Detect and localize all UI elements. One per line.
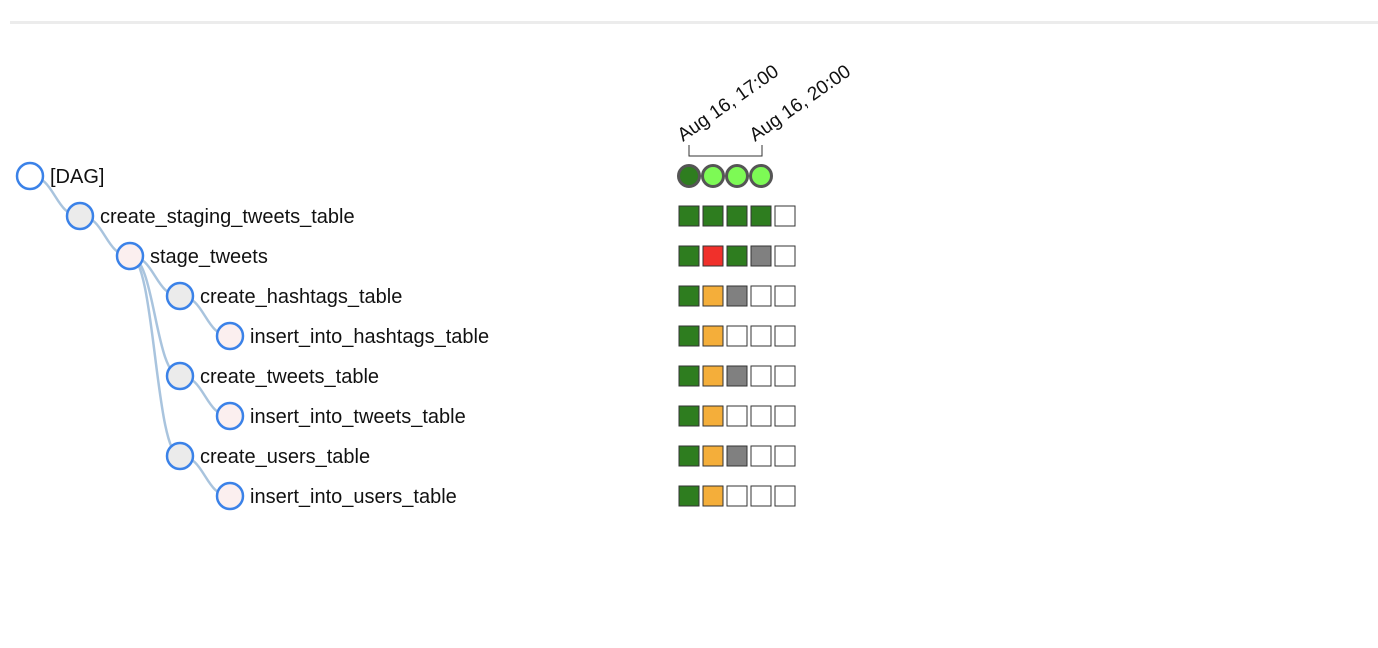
- task-node[interactable]: [215, 401, 245, 431]
- task-node[interactable]: [165, 361, 195, 391]
- task-instance-square[interactable]: [774, 405, 796, 427]
- dag-run-circle[interactable]: [749, 164, 773, 188]
- task-label[interactable]: create_hashtags_table: [200, 286, 402, 308]
- task-instance-square[interactable]: [750, 445, 772, 467]
- task-instance-square[interactable]: [678, 485, 700, 507]
- task-instance-square[interactable]: [750, 325, 772, 347]
- task-instance-square[interactable]: [774, 325, 796, 347]
- task-instance-square[interactable]: [726, 205, 748, 227]
- status-grid: [677, 164, 796, 507]
- task-instance-square[interactable]: [750, 365, 772, 387]
- task-instance-square[interactable]: [678, 285, 700, 307]
- task-instance-square[interactable]: [678, 365, 700, 387]
- task-instance-square[interactable]: [726, 405, 748, 427]
- dag-run-circle[interactable]: [701, 164, 725, 188]
- task-instance-square[interactable]: [774, 365, 796, 387]
- task-instance-square[interactable]: [774, 205, 796, 227]
- task-label[interactable]: [DAG]: [50, 166, 104, 188]
- task-instance-square[interactable]: [678, 205, 700, 227]
- task-node[interactable]: [215, 481, 245, 511]
- task-instance-square[interactable]: [702, 205, 724, 227]
- dag-run-circle[interactable]: [677, 164, 701, 188]
- task-instance-square[interactable]: [750, 485, 772, 507]
- task-instance-square[interactable]: [774, 445, 796, 467]
- task-label[interactable]: insert_into_hashtags_table: [250, 326, 489, 348]
- task-label[interactable]: create_tweets_table: [200, 366, 379, 388]
- task-instance-square[interactable]: [678, 445, 700, 467]
- task-node[interactable]: [165, 281, 195, 311]
- task-instance-square[interactable]: [726, 245, 748, 267]
- task-label[interactable]: insert_into_users_table: [250, 486, 457, 508]
- task-label[interactable]: insert_into_tweets_table: [250, 406, 466, 428]
- task-instance-square[interactable]: [750, 405, 772, 427]
- task-instance-square[interactable]: [702, 365, 724, 387]
- tree-nodes: [DAG] create_staging_tweets_table stage_tw…: [15, 161, 489, 511]
- task-instance-square[interactable]: [726, 485, 748, 507]
- task-node[interactable]: [165, 441, 195, 471]
- task-instance-square[interactable]: [750, 205, 772, 227]
- task-instance-square[interactable]: [726, 285, 748, 307]
- task-instance-square[interactable]: [702, 445, 724, 467]
- task-node[interactable]: [115, 241, 145, 271]
- task-instance-square[interactable]: [702, 245, 724, 267]
- task-label[interactable]: create_users_table: [200, 446, 370, 468]
- dag-run-circle[interactable]: [725, 164, 749, 188]
- task-instance-square[interactable]: [678, 325, 700, 347]
- task-instance-square[interactable]: [702, 285, 724, 307]
- date-bracket: [688, 145, 763, 157]
- task-instance-square[interactable]: [726, 325, 748, 347]
- task-instance-square[interactable]: [774, 485, 796, 507]
- task-instance-square[interactable]: [774, 245, 796, 267]
- task-instance-square[interactable]: [702, 325, 724, 347]
- task-instance-square[interactable]: [750, 285, 772, 307]
- task-node[interactable]: [65, 201, 95, 231]
- task-node[interactable]: [215, 321, 245, 351]
- task-instance-square[interactable]: [726, 365, 748, 387]
- task-node[interactable]: [15, 161, 45, 191]
- task-instance-square[interactable]: [774, 285, 796, 307]
- task-label[interactable]: create_staging_tweets_table: [100, 206, 355, 228]
- task-instance-square[interactable]: [702, 405, 724, 427]
- tree-view: [DAG] create_staging_tweets_table stage_tw…: [15, 61, 855, 511]
- task-instance-square[interactable]: [702, 485, 724, 507]
- task-instance-square[interactable]: [678, 245, 700, 267]
- task-instance-square[interactable]: [750, 245, 772, 267]
- task-label[interactable]: stage_tweets: [150, 246, 268, 268]
- task-instance-square[interactable]: [726, 445, 748, 467]
- date-header: Aug 16, 17:00 Aug 16, 20:00: [674, 61, 855, 157]
- task-instance-square[interactable]: [678, 405, 700, 427]
